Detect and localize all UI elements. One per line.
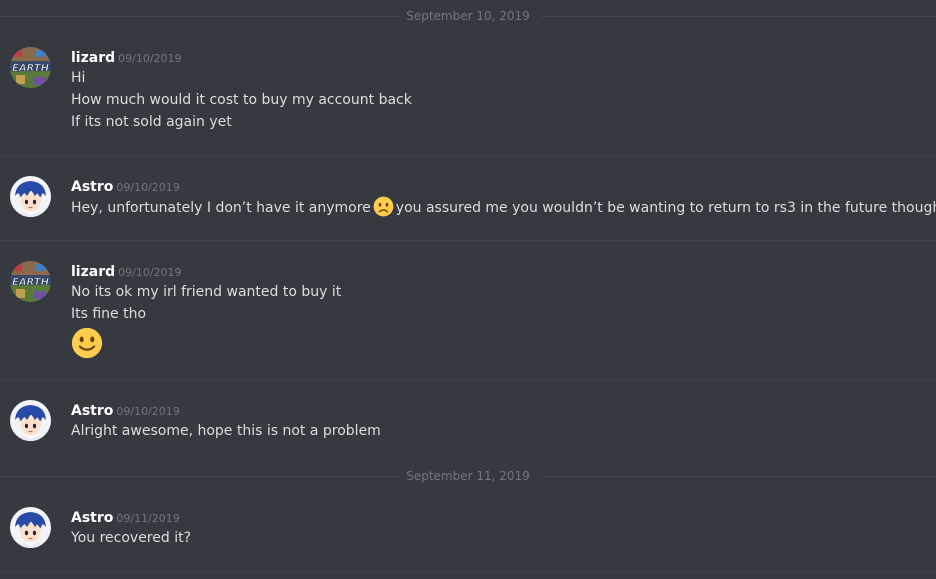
message-text: You recovered it? — [71, 530, 192, 546]
message-text: Alright awesome, hope this is not a prob… — [71, 423, 381, 439]
message-text-segment: Hey, unfortunately I don’t have it anymo… — [71, 200, 371, 216]
message-timestamp: 09/10/2019 — [116, 405, 180, 418]
message-text: Hi — [71, 70, 86, 86]
message-text-segment: you assured me you wouldn’t be wanting t… — [395, 200, 936, 216]
message-timestamp: 09/10/2019 — [118, 52, 182, 65]
anime-boy-avatar[interactable] — [10, 400, 51, 441]
earth-avatar[interactable]: EARTH — [10, 47, 51, 88]
message-separator — [0, 572, 936, 573]
svg-text:EARTH: EARTH — [12, 63, 50, 74]
message-text: How much would it cost to buy my account… — [71, 92, 412, 108]
svg-text:EARTH: EARTH — [12, 277, 50, 288]
message-text: Hey, unfortunately I don’t have it anymo… — [71, 196, 936, 219]
message-separator — [0, 240, 936, 241]
message-timestamp: 09/11/2019 — [116, 512, 180, 525]
anime-boy-avatar[interactable] — [10, 507, 51, 548]
chat-log: September 10, 2019 EARTH lizard 09/10/201… — [0, 0, 936, 579]
date-divider-label: September 11, 2019 — [406, 469, 530, 483]
username[interactable]: lizard — [71, 50, 115, 66]
message-separator — [0, 379, 936, 380]
earth-avatar[interactable]: EARTH — [10, 261, 51, 302]
slightly-frowning-face-emoji-icon[interactable] — [373, 196, 394, 217]
anime-boy-avatar[interactable] — [10, 176, 51, 217]
message-text: Its fine tho — [71, 306, 147, 322]
message-separator — [0, 155, 936, 156]
date-divider-label: September 10, 2019 — [406, 9, 530, 23]
username[interactable]: Astro — [71, 510, 113, 526]
message-text: No its ok my irl friend wanted to buy it — [71, 284, 342, 300]
username[interactable]: Astro — [71, 403, 113, 419]
message-timestamp: 09/10/2019 — [116, 181, 180, 194]
username[interactable]: Astro — [71, 179, 113, 195]
username[interactable]: lizard — [71, 264, 115, 280]
slightly-smiling-face-emoji-icon[interactable] — [71, 327, 103, 359]
message-text: If its not sold again yet — [71, 114, 232, 130]
message-timestamp: 09/10/2019 — [118, 266, 182, 279]
